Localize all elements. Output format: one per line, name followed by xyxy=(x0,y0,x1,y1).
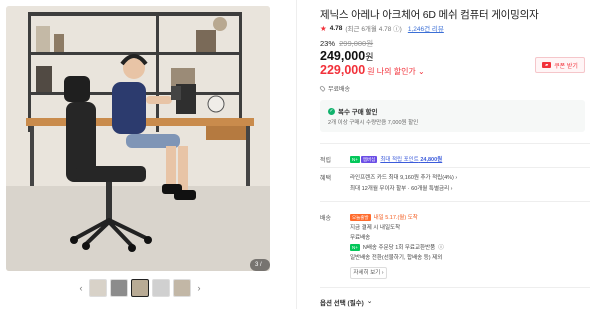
thumbnail-next-arrow-icon[interactable]: › xyxy=(194,279,204,297)
product-title: 제닉스 아레나 아크체어 6D 메쉬 컴퓨터 게이밍의자 xyxy=(320,9,539,21)
my-price-label: 원 나의 할인가 ⌄ xyxy=(367,67,425,76)
info-icon[interactable]: ⓘ xyxy=(438,243,444,251)
free-shipping-label: 무료배송 xyxy=(328,87,351,93)
location-pin-icon xyxy=(319,85,326,92)
return-text: N배송 주문당 1회 무료교환반품 xyxy=(362,245,436,251)
sale-price-value: 249,000 xyxy=(320,49,366,63)
rating-row: ★ 4.78 (최근 6개월 4.78 ⓘ) 1,246건 리뷰 xyxy=(320,23,444,34)
points-row: N+ 멤버십 최대 적립 포인트 24,800원 xyxy=(350,155,442,163)
original-price: 299,000원 xyxy=(339,39,374,48)
column-divider xyxy=(296,0,297,309)
check-icon: ✓ xyxy=(328,107,335,115)
coupon-button[interactable]: ▰ 쿠폰 받기 xyxy=(535,57,585,73)
section-divider xyxy=(320,143,590,144)
coupon-button-label: 쿠폰 받기 xyxy=(554,63,578,70)
section-divider xyxy=(320,167,590,168)
delivery-arrival-row: 오늘출발 내일 5.17.(월) 도착 xyxy=(350,213,418,221)
section-divider xyxy=(320,201,590,202)
thumbnail-4[interactable] xyxy=(152,279,170,297)
thumbnail-strip: ‹ › xyxy=(76,279,204,297)
gaming-chair-photo xyxy=(6,6,270,271)
membership-badge: 멤버십 xyxy=(360,155,378,163)
arrival-date: 내일 5.17.(월) 도착 xyxy=(373,215,418,221)
sale-price: 249,000원 xyxy=(320,49,373,63)
product-info: 제닉스 아레나 아크체어 6D 메쉬 컴퓨터 게이밍의자 ★ 4.78 (최근 … xyxy=(319,0,595,309)
delivery-label: 배송 xyxy=(320,216,332,222)
see-more-button[interactable]: 자세히 보기 › xyxy=(350,267,387,279)
delivery-line-2: 지금 결제 시 내일도착 xyxy=(350,225,401,231)
section-divider xyxy=(320,287,590,288)
thumbnail-1[interactable] xyxy=(89,279,107,297)
benefit-card-line[interactable]: 라인프렌즈 카드 최대 9,160원 추가 적립(4%) › xyxy=(350,173,457,181)
main-product-photo[interactable]: 3 / 13 xyxy=(6,6,270,271)
benefit-installment-line[interactable]: 최대 12개월 무이자 할부 · 60개월 특별금리 › xyxy=(350,184,453,192)
sale-price-unit: 원 xyxy=(365,52,374,62)
rating-score: 4.78 xyxy=(329,24,343,32)
thumbnail-3[interactable] xyxy=(131,279,149,297)
max-points-link[interactable]: 최대 적립 포인트 24,800원 xyxy=(380,155,442,163)
option-select[interactable]: 옵션 선택 (필수) ⌄ xyxy=(320,297,372,307)
return-row: N+ N배송 주문당 1회 무료교환반품 ⓘ xyxy=(350,243,444,251)
discount-row: 23% 299,000원 xyxy=(320,38,373,49)
free-shipping-row: 무료배송 xyxy=(319,84,351,93)
photo-counter: 3 / 13 xyxy=(250,259,270,271)
today-ship-badge: 오늘출발 xyxy=(350,213,371,221)
discount-rate: 23% xyxy=(320,39,336,48)
bundle-desc: 2개 이상 구매시 수량만큼 7,000원 할인 xyxy=(328,120,419,126)
thumbnail-5[interactable] xyxy=(173,279,191,297)
bundle-discount-box: ✓ 복수 구매 할인 2개 이상 구매시 수량만큼 7,000원 할인 xyxy=(320,100,585,132)
my-discount-price[interactable]: 229,000 원 나의 할인가 ⌄ xyxy=(320,63,425,77)
chevron-down-icon: ⌄ xyxy=(366,298,373,305)
bundle-title: 복수 구매 할인 xyxy=(338,109,378,116)
delivery-line-5: 일반배송 전환(선물하기, 합배송 등) 제외 xyxy=(350,255,443,261)
product-gallery: 3 / 13 ‹ › xyxy=(0,0,300,309)
points-label: 적립 xyxy=(320,158,332,164)
npay-delivery-badge: N+ xyxy=(350,243,360,251)
option-select-label: 옵션 선택 (필수) xyxy=(320,300,364,307)
review-count-link[interactable]: 1,246건 리뷰 xyxy=(408,23,444,33)
my-price-value: 229,000 xyxy=(320,63,366,77)
benefits-label: 혜택 xyxy=(320,176,332,182)
thumbnail-2[interactable] xyxy=(110,279,128,297)
bundle-title-row: ✓ 복수 구매 할인 xyxy=(328,106,378,116)
thumbnail-prev-arrow-icon[interactable]: ‹ xyxy=(76,279,86,297)
star-icon: ★ xyxy=(320,23,327,33)
coupon-icon: ▰ xyxy=(542,62,552,68)
npay-badge: N+ xyxy=(350,155,360,163)
rating-meta[interactable]: (최근 6개월 4.78 ⓘ) xyxy=(345,23,401,33)
delivery-line-3: 무료배송 xyxy=(350,235,371,241)
